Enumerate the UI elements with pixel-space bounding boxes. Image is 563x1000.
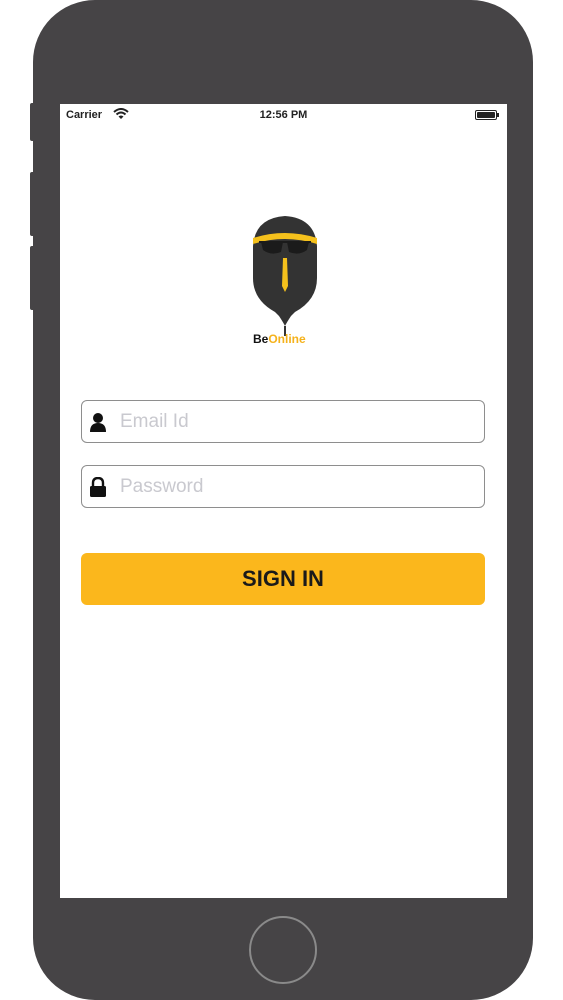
- app-logo: [253, 216, 317, 336]
- logo-text-prefix: Be: [253, 332, 269, 346]
- logo-text-highlight: Online: [268, 332, 306, 346]
- logo-wordmark: BeOnline: [253, 332, 306, 346]
- status-time: 12:56 PM: [259, 109, 308, 121]
- user-icon: [90, 413, 106, 432]
- password-input[interactable]: [120, 466, 476, 507]
- status-bar: Carrier 12:56 PM: [60, 104, 507, 128]
- app-screen: Carrier 12:56 PM BeOnline SIGN IN: [60, 104, 507, 898]
- battery-icon: [475, 110, 499, 120]
- sign-in-button[interactable]: SIGN IN: [81, 553, 485, 605]
- home-button[interactable]: [249, 916, 317, 984]
- email-field[interactable]: [81, 400, 485, 443]
- password-field[interactable]: [81, 465, 485, 508]
- lock-icon: [90, 477, 106, 497]
- email-input[interactable]: [120, 401, 476, 442]
